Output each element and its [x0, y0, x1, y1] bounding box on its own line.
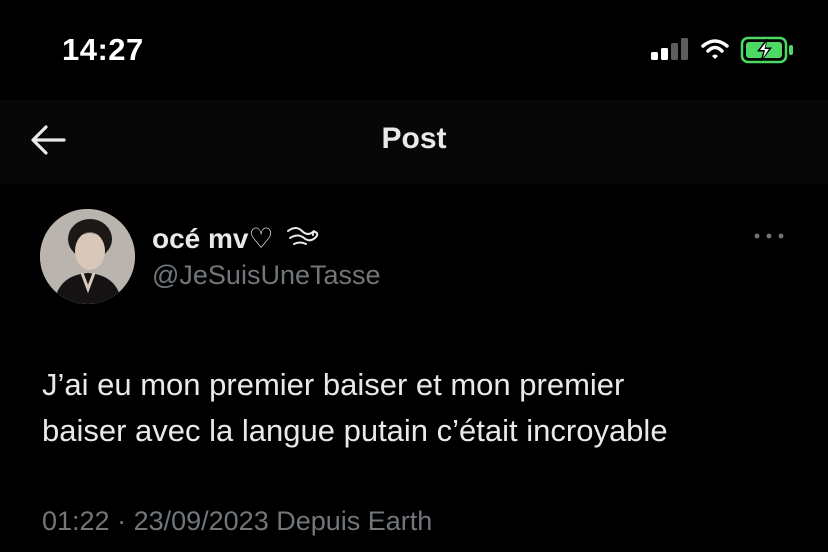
post-source: Depuis Earth [268, 506, 433, 536]
page-title: Post [381, 122, 447, 155]
display-name[interactable]: océ mv♡ [152, 222, 274, 255]
wifi-icon [701, 39, 729, 59]
post-text-line: J’ai eu mon premier baiser et mon premie… [42, 367, 625, 402]
post-header: Post [0, 100, 828, 184]
post-screen: 14:27 Post océ mv♡ @JeSuisUneTasse J’ai … [0, 0, 828, 552]
status-bar: 14:27 [0, 0, 828, 100]
battery-charging-icon [740, 36, 793, 64]
post-metadata: 01:22 · 23/09/2023 Depuis Earth [42, 506, 432, 537]
user-handle[interactable]: @JeSuisUneTasse [152, 260, 381, 291]
avatar[interactable] [40, 209, 135, 304]
more-horizontal-icon[interactable] [752, 230, 786, 242]
meta-separator: · [109, 506, 134, 536]
wave-swirl-icon [287, 227, 319, 245]
post-time: 01:22 [42, 506, 110, 536]
post-date: 23/09/2023 [133, 506, 269, 536]
status-time: 14:27 [62, 32, 144, 67]
post-text-line: baiser avec la langue putain c’était inc… [42, 413, 668, 448]
cellular-signal-icon [651, 38, 688, 60]
post-text: J’ai eu mon premier baiser et mon premie… [42, 362, 802, 454]
avatar-photo [40, 209, 135, 304]
